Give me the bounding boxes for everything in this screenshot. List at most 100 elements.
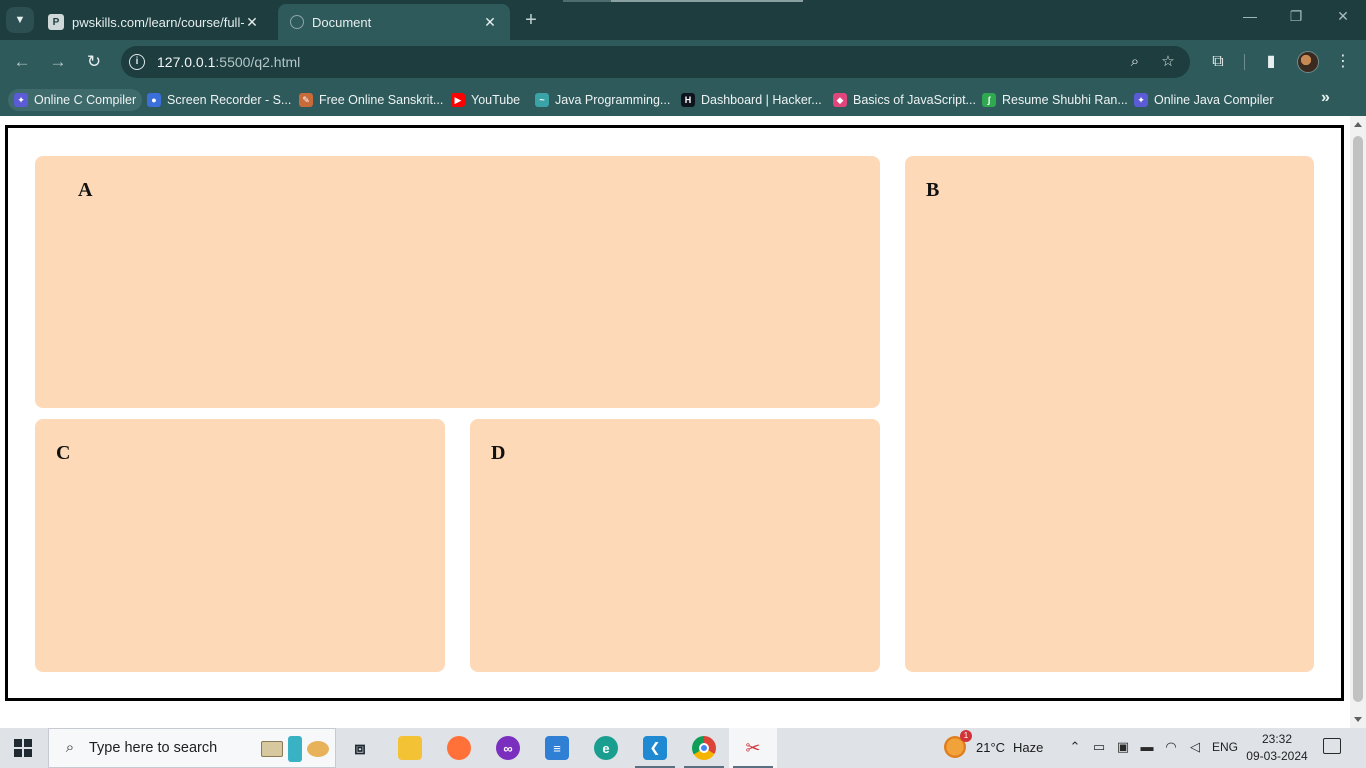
url-path: :5500/q2.html bbox=[215, 54, 301, 70]
bookmark-favicon-icon: ✦ bbox=[14, 93, 28, 107]
loading-indicator bbox=[563, 0, 803, 2]
bookmark-resume[interactable]: ʃ Resume Shubhi Ran... bbox=[976, 89, 1134, 111]
tab-search-button[interactable]: ▼ bbox=[6, 7, 34, 33]
page-viewport: A B C D bbox=[0, 116, 1350, 728]
show-hidden-icons-chevron-icon[interactable]: ⌃ bbox=[1066, 739, 1084, 755]
item-label-b: B bbox=[926, 179, 940, 201]
vscode-button[interactable]: ❮ bbox=[631, 728, 679, 768]
minimize-button[interactable]: — bbox=[1238, 8, 1262, 24]
wifi-icon[interactable]: ◠ bbox=[1162, 739, 1180, 755]
volume-icon[interactable]: ◁ bbox=[1186, 739, 1204, 755]
hackerrank-icon: H bbox=[681, 93, 695, 107]
clock-date: 09-03-2024 bbox=[1246, 749, 1308, 763]
notification-center-icon[interactable] bbox=[1323, 738, 1341, 754]
profile-avatar[interactable] bbox=[1297, 51, 1319, 73]
meet-now-icon[interactable]: ▭ bbox=[1090, 739, 1108, 755]
bookmarks-bar: ✦ Online C Compiler ● Screen Recorder - … bbox=[0, 84, 1366, 116]
display-icon[interactable]: ▣ bbox=[1114, 739, 1132, 755]
bookmark-favicon-icon: ✦ bbox=[1134, 93, 1148, 107]
notepad-button[interactable]: ≡ bbox=[533, 728, 581, 768]
url-host: 127.0.0.1 bbox=[157, 54, 216, 70]
grid-item-a: A bbox=[35, 156, 880, 408]
reload-button[interactable]: ↻ bbox=[84, 52, 104, 72]
edge-icon: e bbox=[594, 736, 618, 760]
input-language[interactable]: ENG bbox=[1212, 740, 1238, 754]
bookmark-javascript-basics[interactable]: ◆ Basics of JavaScript... bbox=[827, 89, 982, 111]
bookmark-favicon-icon: ~ bbox=[535, 93, 549, 107]
reload-icon: ↻ bbox=[86, 52, 102, 71]
scroll-thumb[interactable] bbox=[1353, 136, 1363, 702]
chrome-button[interactable] bbox=[680, 728, 728, 768]
search-icon: ⌕ bbox=[65, 739, 75, 756]
address-url[interactable]: 127.0.0.1:5500/q2.html bbox=[157, 54, 300, 70]
bookmarks-overflow-button[interactable]: » bbox=[1321, 89, 1330, 107]
item-label-c: C bbox=[56, 442, 71, 464]
site-info-icon[interactable]: i bbox=[129, 54, 145, 70]
item-label-a: A bbox=[78, 179, 93, 201]
side-panel-icon[interactable]: ▮ bbox=[1261, 52, 1281, 72]
bookmark-label: Online Java Compiler bbox=[1154, 93, 1274, 107]
arrow-left-icon: ← bbox=[13, 52, 31, 71]
bookmark-online-java-compiler[interactable]: ✦ Online Java Compiler bbox=[1128, 89, 1280, 111]
bookmark-hackerrank[interactable]: H Dashboard | Hacker... bbox=[675, 89, 828, 111]
bookmark-screen-recorder[interactable]: ● Screen Recorder - S... bbox=[141, 89, 297, 111]
tab-strip: ▼ P pwskills.com/learn/course/full-s ✕ D… bbox=[0, 0, 1366, 40]
clock-time: 23:32 bbox=[1261, 732, 1293, 746]
bookmark-youtube[interactable]: ▶ YouTube bbox=[445, 89, 526, 111]
zoom-icon[interactable]: ⌕ bbox=[1126, 53, 1144, 71]
game-controller-icon: ∞ bbox=[496, 736, 520, 760]
taskbar-search-box[interactable]: ⌕ Type here to search bbox=[48, 728, 336, 768]
tab-pwskills[interactable]: P pwskills.com/learn/course/full-s ✕ bbox=[36, 4, 272, 40]
arrow-right-icon: → bbox=[49, 52, 67, 71]
bookmark-favicon-icon: ◆ bbox=[833, 93, 847, 107]
back-button[interactable]: ← bbox=[12, 52, 32, 72]
bookmark-label: Java Programming... bbox=[555, 93, 671, 107]
new-tab-button[interactable]: + bbox=[520, 9, 542, 31]
tab-title: Document bbox=[312, 14, 372, 30]
bookmark-java-programming[interactable]: ~ Java Programming... bbox=[529, 89, 676, 111]
bookmark-online-c-compiler[interactable]: ✦ Online C Compiler bbox=[8, 89, 143, 111]
close-window-button[interactable]: ✕ bbox=[1331, 8, 1355, 25]
scissors-icon: ✂ bbox=[745, 737, 761, 758]
battery-icon[interactable]: ▬ bbox=[1138, 739, 1156, 754]
weather-temperature: 21°C bbox=[976, 739, 1006, 755]
item-label-d: D bbox=[491, 442, 506, 464]
grid-container: A B C D bbox=[5, 125, 1344, 701]
address-bar[interactable]: i 127.0.0.1:5500/q2.html ⌕ ☆ bbox=[121, 46, 1190, 78]
file-explorer-button[interactable] bbox=[386, 728, 434, 768]
edge-button[interactable]: e bbox=[582, 728, 630, 768]
bookmark-star-icon[interactable]: ☆ bbox=[1159, 53, 1177, 71]
chrome-icon bbox=[692, 736, 716, 760]
tab-document[interactable]: Document ✕ bbox=[278, 4, 510, 40]
windows-start-icon[interactable] bbox=[14, 739, 32, 757]
grid-item-b: B bbox=[905, 156, 1314, 672]
vertical-scrollbar[interactable] bbox=[1350, 116, 1366, 728]
scroll-up-icon[interactable] bbox=[1354, 122, 1362, 127]
close-icon[interactable]: ✕ bbox=[482, 14, 498, 31]
task-view-button[interactable]: ⧈ bbox=[336, 728, 384, 768]
bookmark-label: Basics of JavaScript... bbox=[853, 93, 976, 107]
bookmark-label: Screen Recorder - S... bbox=[167, 93, 292, 107]
snipping-tool-button[interactable]: ✂ bbox=[729, 728, 777, 768]
extensions-icon[interactable]: ⧉ bbox=[1208, 52, 1228, 72]
youtube-icon: ▶ bbox=[451, 93, 465, 107]
restore-button[interactable]: ❐ bbox=[1284, 8, 1308, 25]
weather-widget[interactable]: 1 21°C Haze bbox=[944, 730, 1043, 758]
bookmark-label: YouTube bbox=[471, 93, 521, 107]
menu-icon[interactable]: ⋮ bbox=[1333, 52, 1353, 72]
bookmark-label: Online C Compiler bbox=[34, 93, 137, 107]
bookmark-sanskrit[interactable]: ✎ Free Online Sanskrit... bbox=[293, 89, 449, 111]
bookmark-label: Resume Shubhi Ran... bbox=[1002, 93, 1128, 107]
taskbar-clock[interactable]: 23:32 09-03-2024 bbox=[1246, 731, 1308, 765]
close-icon[interactable]: ✕ bbox=[244, 14, 260, 31]
firefox-button[interactable] bbox=[435, 728, 483, 768]
scroll-down-icon[interactable] bbox=[1354, 717, 1362, 722]
search-highlight-illustration bbox=[259, 734, 331, 764]
browser-toolbar: ← → ↻ i 127.0.0.1:5500/q2.html ⌕ ☆ ⧉ ▮ ⋮ bbox=[0, 40, 1366, 84]
bookmark-favicon-icon: ● bbox=[147, 93, 161, 107]
vscode-icon: ❮ bbox=[643, 736, 667, 760]
windows-taskbar: ⌕ Type here to search ⧈ ∞ ≡ e ❮ ✂ 1 21°C… bbox=[0, 728, 1366, 768]
forward-button[interactable]: → bbox=[48, 52, 68, 72]
task-view-icon: ⧈ bbox=[354, 737, 366, 758]
games-app-button[interactable]: ∞ bbox=[484, 728, 532, 768]
